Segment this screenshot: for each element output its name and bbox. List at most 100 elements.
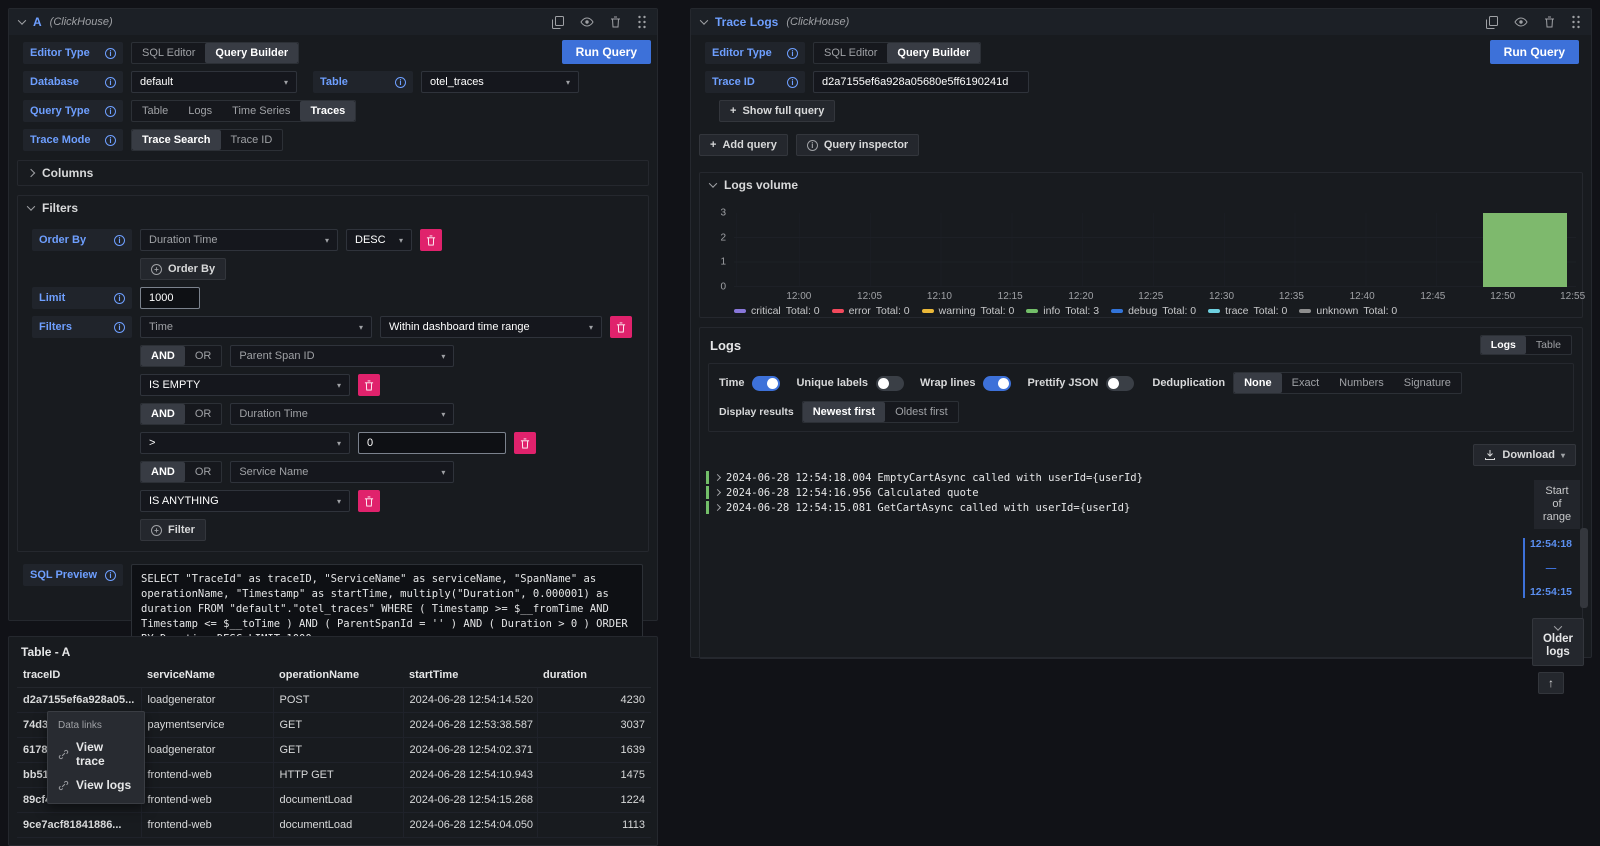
unique-labels-toggle[interactable] (876, 376, 904, 391)
trace-mode-trace-search[interactable]: Trace Search (132, 130, 221, 150)
editor-type-query-builder[interactable]: Query Builder (205, 43, 298, 63)
range-newest-time[interactable]: 12:54:18 (1530, 538, 1572, 550)
logs-volume-header[interactable]: Logs volume (700, 173, 1582, 197)
query-inspector-button[interactable]: iQuery inspector (796, 134, 919, 156)
info-icon[interactable]: i (787, 77, 798, 88)
legend-critical[interactable]: criticalTotal: 0 (734, 305, 820, 317)
bool-and[interactable]: AND (141, 404, 185, 424)
query-type-time-series[interactable]: Time Series (222, 101, 300, 121)
info-icon[interactable]: i (105, 48, 116, 59)
expand-chevron-icon[interactable] (714, 474, 721, 481)
remove-filter-button[interactable] (358, 374, 380, 396)
bool-and[interactable]: AND (141, 346, 185, 366)
oldest-first-option[interactable]: Oldest first (885, 402, 958, 422)
expand-chevron-icon[interactable] (714, 489, 721, 496)
view-table-option[interactable]: Table (1526, 335, 1571, 355)
col-operationname[interactable]: operationName (273, 663, 403, 688)
filter-operator-select[interactable]: IS EMPTY▾ (140, 374, 350, 396)
scrollbar-thumb[interactable] (1580, 528, 1588, 608)
view-logs-option[interactable]: Logs (1481, 336, 1526, 354)
filter-operator-select[interactable]: >▾ (140, 432, 350, 454)
legend-info[interactable]: infoTotal: 3 (1026, 305, 1099, 317)
col-servicename[interactable]: serviceName (141, 663, 273, 688)
chevron-down-icon[interactable] (700, 16, 708, 24)
database-select[interactable]: default▾ (131, 71, 297, 93)
bool-or[interactable]: OR (185, 462, 222, 482)
info-icon[interactable]: i (105, 77, 116, 88)
col-traceid[interactable]: traceID (17, 663, 141, 688)
logs-volume-chart[interactable] (734, 213, 1576, 287)
show-full-query-button[interactable]: +Show full query (719, 100, 835, 122)
trash-icon[interactable] (610, 16, 621, 28)
query-type-logs[interactable]: Logs (178, 101, 222, 121)
col-duration[interactable]: duration (537, 663, 651, 688)
info-icon[interactable]: i (787, 48, 798, 59)
remove-order-by-button[interactable] (420, 229, 442, 251)
trace-id-link[interactable]: d2a7155ef6a928a05... (17, 688, 141, 713)
older-logs-button[interactable]: Older logs (1532, 618, 1584, 666)
info-icon[interactable]: i (114, 322, 125, 333)
expand-chevron-icon[interactable] (714, 504, 721, 511)
dedup-exact[interactable]: Exact (1282, 373, 1330, 393)
remove-filter-button[interactable] (610, 316, 632, 338)
info-icon[interactable]: i (105, 135, 116, 146)
duplicate-icon[interactable] (552, 16, 564, 29)
view-trace-menu-item[interactable]: View trace (48, 735, 144, 773)
trash-icon[interactable] (1544, 16, 1555, 28)
time-toggle[interactable] (752, 376, 780, 391)
prettify-json-toggle[interactable] (1106, 376, 1134, 391)
info-icon[interactable]: i (395, 77, 406, 88)
filter-operator-select[interactable]: Within dashboard time range▾ (380, 316, 602, 338)
info-icon[interactable]: i (114, 293, 125, 304)
info-icon[interactable]: i (114, 235, 125, 246)
chevron-down-icon[interactable] (18, 16, 26, 24)
editor-type-query-builder[interactable]: Query Builder (887, 43, 980, 63)
dedup-none[interactable]: None (1234, 373, 1282, 393)
scroll-to-top-button[interactable]: ↑ (1538, 672, 1564, 694)
trace-id-link[interactable]: 9ce7acf81841886... (17, 813, 141, 838)
dedup-numbers[interactable]: Numbers (1329, 373, 1394, 393)
dedup-signature[interactable]: Signature (1394, 373, 1461, 393)
info-icon[interactable]: i (105, 106, 116, 117)
log-line[interactable]: 2024-06-28 12:54:16.956 Calculated quote (706, 485, 1512, 500)
legend-trace[interactable]: traceTotal: 0 (1208, 305, 1287, 317)
query-type-table[interactable]: Table (132, 101, 178, 121)
filters-section-header[interactable]: Filters (18, 196, 648, 220)
log-line[interactable]: 2024-06-28 12:54:15.081 GetCartAsync cal… (706, 500, 1512, 515)
info-icon[interactable]: i (105, 570, 116, 581)
eye-icon[interactable] (580, 17, 594, 27)
filter-value-input[interactable]: 0 (358, 432, 506, 454)
columns-section-header[interactable]: Columns (18, 161, 648, 185)
log-range-timeline[interactable]: 12:54:18 — 12:54:15 (1523, 538, 1572, 598)
editor-type-sql-editor[interactable]: SQL Editor (132, 43, 205, 63)
legend-error[interactable]: errorTotal: 0 (832, 305, 910, 317)
trace-id-input[interactable]: d2a7155ef6a928a05680e5ff6190241d (813, 71, 1029, 93)
log-line[interactable]: 2024-06-28 12:54:18.004 EmptyCartAsync c… (706, 470, 1512, 485)
drag-handle-icon[interactable] (637, 15, 647, 29)
info-log-bar[interactable] (1483, 213, 1567, 287)
bool-or[interactable]: OR (185, 404, 222, 424)
trace-mode-trace-id[interactable]: Trace ID (221, 130, 283, 150)
legend-warning[interactable]: warningTotal: 0 (922, 305, 1015, 317)
editor-type-sql-editor[interactable]: SQL Editor (814, 43, 887, 63)
remove-filter-button[interactable] (358, 490, 380, 512)
remove-filter-button[interactable] (514, 432, 536, 454)
legend-debug[interactable]: debugTotal: 0 (1111, 305, 1196, 317)
filter-operator-select[interactable]: IS ANYTHING▾ (140, 490, 350, 512)
table-select[interactable]: otel_traces▾ (421, 71, 579, 93)
legend-unknown[interactable]: unknownTotal: 0 (1299, 305, 1397, 317)
limit-input[interactable]: 1000 (140, 287, 200, 309)
filter-field-select[interactable]: Time▾ (140, 316, 372, 338)
run-query-button[interactable]: Run Query (562, 40, 651, 64)
filter-field-select[interactable]: Parent Span ID▾ (230, 345, 454, 367)
newest-first-option[interactable]: Newest first (803, 402, 885, 422)
order-by-field-select[interactable]: Duration Time▾ (140, 229, 338, 251)
order-by-direction-select[interactable]: DESC▾ (346, 229, 412, 251)
filter-field-select[interactable]: Service Name▾ (230, 461, 454, 483)
drag-handle-icon[interactable] (1571, 15, 1581, 29)
query-type-traces[interactable]: Traces (300, 101, 355, 121)
add-query-button[interactable]: +Add query (699, 134, 788, 156)
add-filter-button[interactable]: +Filter (140, 519, 206, 541)
add-order-by-button[interactable]: +Order By (140, 258, 226, 280)
bool-and[interactable]: AND (141, 462, 185, 482)
